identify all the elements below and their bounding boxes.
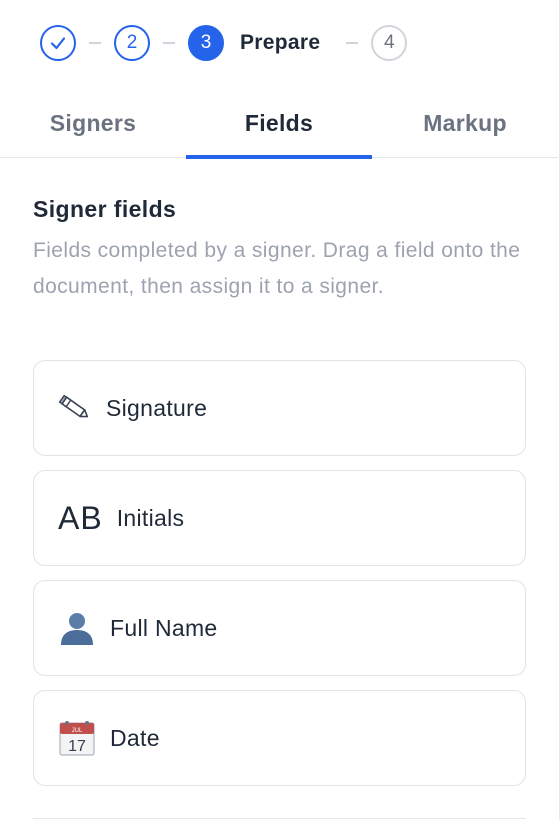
field-panel: 2 3 Prepare 4 Signers Fields Markup Sign… <box>0 0 560 820</box>
field-label: Initials <box>116 504 185 531</box>
step-3-current[interactable]: 3 <box>188 25 224 61</box>
calendar-icon: JUL 17 <box>58 719 96 757</box>
panel-tabs: Signers Fields Markup <box>0 88 558 159</box>
check-icon <box>50 37 66 50</box>
step-connector <box>163 42 175 44</box>
field-full-name[interactable]: Full Name <box>33 580 526 676</box>
initials-icon: AB <box>58 499 103 536</box>
section-title: Signer fields <box>33 196 177 222</box>
step-1-complete[interactable] <box>40 25 76 61</box>
step-connector <box>346 42 359 44</box>
calendar-day: 17 <box>68 738 86 755</box>
signer-field-list: Signature AB Initials Full Name JUL 17 D… <box>33 360 526 800</box>
field-date[interactable]: JUL 17 Date <box>33 690 526 786</box>
section-description: Fields completed by a signer. Drag a fie… <box>33 239 521 298</box>
current-step-label: Prepare <box>240 31 321 54</box>
field-initials[interactable]: AB Initials <box>33 470 526 566</box>
stepper: 2 3 Prepare 4 <box>40 25 408 61</box>
step-connector <box>89 42 101 44</box>
pencil-icon <box>58 393 92 423</box>
person-icon <box>58 610 96 646</box>
field-label: Full Name <box>110 614 218 641</box>
step-2[interactable]: 2 <box>114 25 150 61</box>
divider <box>33 818 526 819</box>
step-4[interactable]: 4 <box>371 25 408 61</box>
calendar-month: JUL <box>72 728 83 734</box>
tab-signers[interactable]: Signers <box>0 88 186 158</box>
field-label: Signature <box>106 394 208 421</box>
field-label: Date <box>110 724 160 751</box>
tab-fields[interactable]: Fields <box>186 88 372 159</box>
field-signature[interactable]: Signature <box>33 360 526 456</box>
tab-markup[interactable]: Markup <box>372 88 558 158</box>
